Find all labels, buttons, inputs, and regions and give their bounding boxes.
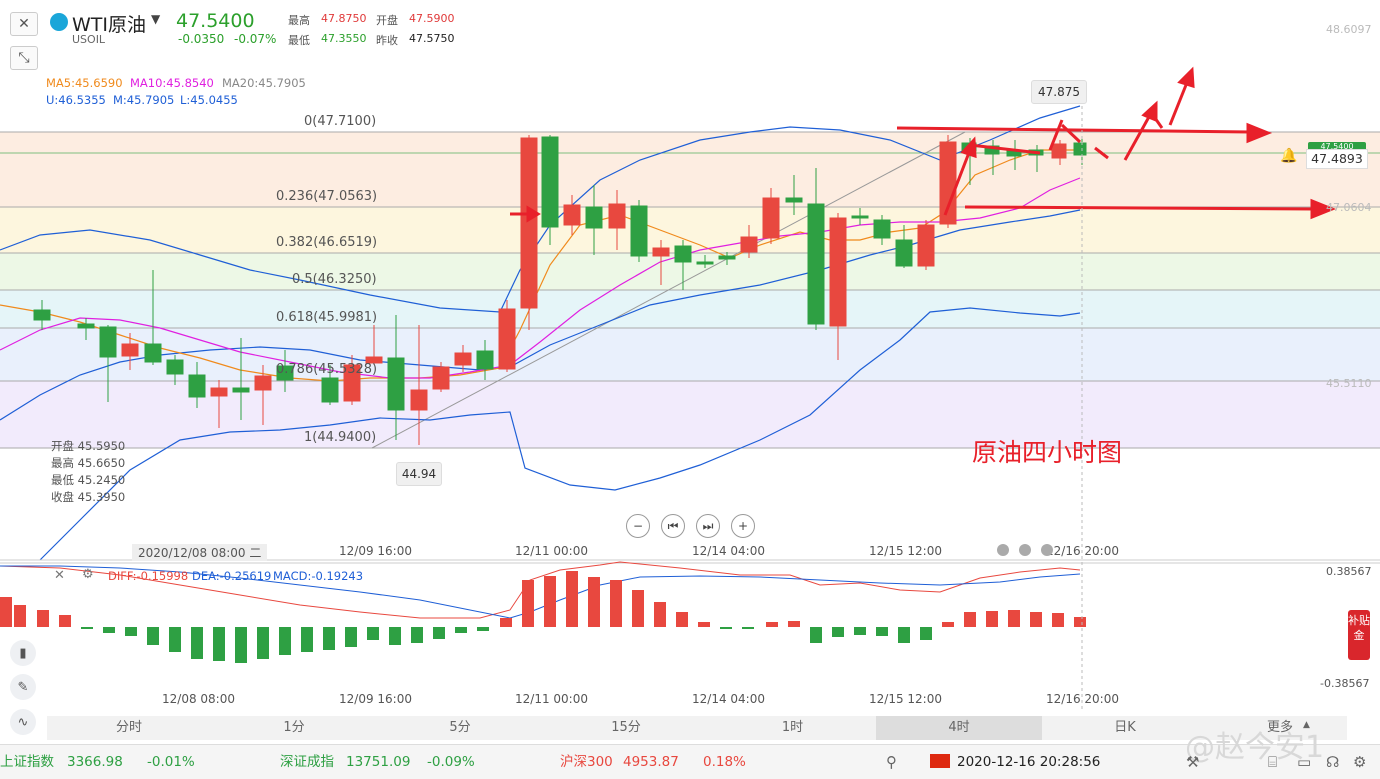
low-price-tag: 44.94 <box>396 462 442 486</box>
fib-label-0236: 0.236(47.0563) <box>276 189 378 204</box>
fib-label-0382: 0.382(46.6519) <box>276 235 378 250</box>
candlestick-tool-icon[interactable]: ▮ <box>10 640 36 666</box>
network-icon[interactable]: ⚲ <box>886 753 897 771</box>
x-axis-crosshair-label: 2020/12/08 08:00 二 <box>132 544 268 561</box>
tab-5min[interactable]: 5分 <box>377 716 543 740</box>
macd-diff-label: DIFF:-0.15998 <box>108 569 189 583</box>
sz-index-value: 13751.09 <box>346 754 411 770</box>
page-dot-3[interactable] <box>1041 544 1053 556</box>
ohlc-low: 最低 45.2450 <box>51 473 126 487</box>
hs300-pct: 0.18% <box>703 754 746 770</box>
tab-4hour[interactable]: 4时 <box>876 716 1042 740</box>
tab-1hour[interactable]: 1时 <box>709 716 876 740</box>
page-dot-2[interactable] <box>1019 544 1031 556</box>
zoom-in-button[interactable]: + <box>731 514 755 538</box>
macd-x-label-4: 12/14 04:00 <box>692 692 765 706</box>
headset-icon[interactable]: ☊ <box>1326 753 1339 771</box>
fib-label-0618: 0.618(45.9981) <box>276 310 378 325</box>
window-icon[interactable]: ▭ <box>1297 753 1311 771</box>
fib-label-0: 0(47.7100) <box>304 114 377 129</box>
tab-15min[interactable]: 15分 <box>543 716 709 740</box>
macd-x-label-6: 12/16 20:00 <box>1046 692 1119 706</box>
macd-x-label-3: 12/11 00:00 <box>515 692 588 706</box>
fib-zone-5 <box>0 328 1380 381</box>
subsidy-badge[interactable]: 补贴金 <box>1348 610 1370 660</box>
macd-dea-label: DEA:-0.25619 <box>192 569 272 583</box>
ohlc-close: 收盘 45.3950 <box>51 490 126 504</box>
settings-icon[interactable]: ⚙ <box>1353 753 1366 771</box>
sz-index-name[interactable]: 深证成指 <box>280 746 334 778</box>
sz-index-pct: -0.09% <box>427 754 475 770</box>
x-axis-label-3: 12/11 00:00 <box>515 544 588 558</box>
page-dot-1[interactable] <box>997 544 1009 556</box>
china-flag-icon <box>930 754 950 768</box>
tab-1min[interactable]: 1分 <box>211 716 377 740</box>
datetime: 2020-12-16 20:28:56 <box>957 754 1101 770</box>
macd-x-label-5: 12/15 12:00 <box>869 692 942 706</box>
tab-timeshare[interactable]: 分时 <box>47 716 211 740</box>
zoom-out-button[interactable]: − <box>626 514 650 538</box>
current-price-tag: 47.4893 <box>1306 149 1368 169</box>
macd-x-label-2: 12/09 16:00 <box>339 692 412 706</box>
draw-pen-icon[interactable]: ✎ <box>10 674 36 700</box>
macd-axis-bottom: -0.38567 <box>1320 677 1370 690</box>
sh-index-value: 3366.98 <box>67 754 123 770</box>
right-axis-low: 45.5110 <box>1326 377 1372 390</box>
fib-label-05: 0.5(46.3250) <box>292 272 377 287</box>
x-axis-label-6: 12/16 20:00 <box>1046 544 1119 558</box>
tool-icon[interactable]: ⚒ <box>1186 753 1199 771</box>
right-axis-mid: 47.0604 <box>1326 201 1372 214</box>
ohlc-open: 开盘 45.5950 <box>51 439 126 453</box>
macd-value-label: MACD:-0.19243 <box>273 569 364 583</box>
fib-label-0786: 0.786(45.5328) <box>276 362 378 377</box>
right-axis-top: 48.6097 <box>1326 23 1372 36</box>
bell-icon[interactable]: 🔔 <box>1280 148 1297 164</box>
x-axis-label-4: 12/14 04:00 <box>692 544 765 558</box>
camera-icon[interactable]: ⌸ <box>1268 753 1277 771</box>
chart-annotation-text: 原油四小时图 <box>972 438 1123 467</box>
scroll-start-button[interactable]: ⏮ <box>661 514 685 538</box>
sh-index-name[interactable]: 上证指数 <box>0 746 54 778</box>
fib-label-1: 1(44.9400) <box>304 430 377 445</box>
x-axis-label-2: 12/09 16:00 <box>339 544 412 558</box>
sh-index-pct: -0.01% <box>147 754 195 770</box>
hs300-name[interactable]: 沪深300 <box>560 746 613 778</box>
macd-close-icon[interactable]: ✕ <box>54 568 65 583</box>
x-axis-label-5: 12/15 12:00 <box>869 544 942 558</box>
macd-settings-icon[interactable]: ⚙ <box>82 567 94 582</box>
price-chart[interactable] <box>0 0 1380 716</box>
macd-axis-top: 0.38567 <box>1326 565 1372 578</box>
status-bar <box>0 744 1380 779</box>
macd-x-label-1: 12/08 08:00 <box>162 692 235 706</box>
tab-daily[interactable]: 日K <box>1042 716 1208 740</box>
scroll-end-button[interactable]: ⏭ <box>696 514 720 538</box>
peak-price-tag: 47.875 <box>1031 80 1087 104</box>
hs300-value: 4953.87 <box>623 754 679 770</box>
fib-zone-6 <box>0 381 1380 448</box>
fib-zone-4 <box>0 290 1380 328</box>
ohlc-high: 最高 45.6650 <box>51 456 126 470</box>
indicator-wave-icon[interactable]: ∿ <box>10 709 36 735</box>
